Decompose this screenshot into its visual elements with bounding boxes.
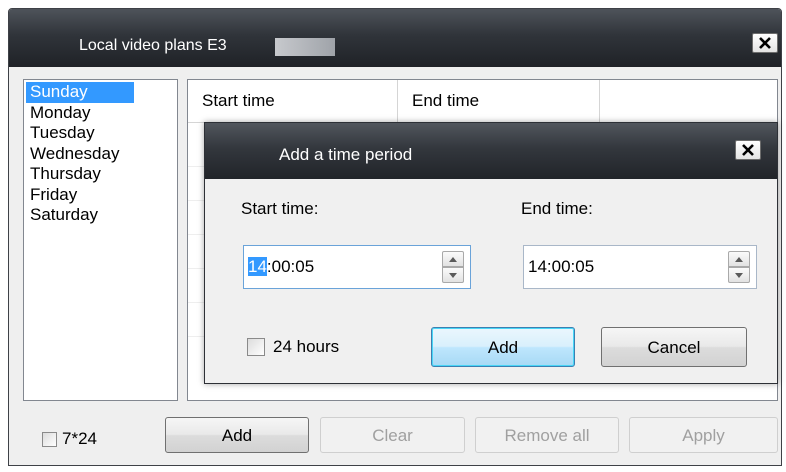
end-time-label: End time:: [521, 199, 593, 218]
end-time-input[interactable]: 14:00:05: [523, 245, 757, 289]
dialog-body: Start time: End time: 14:00:05 14:00:05 …: [211, 179, 771, 377]
clear-button[interactable]: Clear: [320, 417, 465, 453]
remove-all-button[interactable]: Remove all: [475, 417, 619, 453]
day-item-sunday[interactable]: Sunday: [26, 82, 134, 103]
day-item-thursday[interactable]: Thursday: [26, 164, 134, 185]
dialog-cancel-button[interactable]: Cancel: [601, 327, 747, 367]
day-item-tuesday[interactable]: Tuesday: [26, 123, 134, 144]
dialog-close-button[interactable]: [735, 140, 761, 160]
end-time-decrement-button[interactable]: [728, 267, 750, 283]
day-item-friday[interactable]: Friday: [26, 185, 134, 206]
arrow-up-icon: [449, 256, 457, 262]
end-time-value: 14:00:05: [528, 257, 595, 276]
column-header-start-time[interactable]: Start time: [188, 80, 398, 122]
day-item-saturday[interactable]: Saturday: [26, 205, 134, 226]
start-time-increment-button[interactable]: [442, 251, 464, 267]
start-time-value: 14:00:05: [248, 257, 314, 277]
hours24-label: 24 hours: [273, 337, 340, 356]
add-button[interactable]: Add: [165, 417, 309, 453]
option-7x24-checkbox[interactable]: [42, 431, 57, 447]
arrow-down-icon: [735, 272, 743, 278]
start-time-hour-selection: 14: [248, 257, 267, 276]
start-time-input[interactable]: 14:00:05: [243, 245, 471, 289]
window-title: Local video plans E3: [79, 37, 227, 54]
option-7x24-label: 7*24: [62, 429, 97, 448]
start-time-decrement-button[interactable]: [442, 267, 464, 283]
dialog-add-button[interactable]: Add: [431, 327, 575, 367]
hours24-option[interactable]: 24 hours: [247, 337, 339, 357]
dialog-titlebar[interactable]: Add a time period: [205, 123, 777, 179]
table-header: Start time End time: [188, 80, 777, 123]
dialog-title: Add a time period: [279, 145, 413, 164]
close-icon: [759, 37, 771, 49]
window-close-button[interactable]: [752, 33, 778, 53]
add-time-period-dialog: Add a time period Start time: End time: …: [204, 122, 778, 384]
apply-button[interactable]: Apply: [629, 417, 778, 453]
hours24-checkbox[interactable]: [247, 338, 265, 356]
day-list[interactable]: Sunday Monday Tuesday Wednesday Thursday…: [23, 79, 178, 401]
start-time-spinner: [442, 251, 464, 283]
close-icon: [742, 144, 754, 156]
redacted-text-block: [275, 38, 335, 56]
option-7x24[interactable]: 7*24: [42, 429, 97, 449]
day-item-monday[interactable]: Monday: [26, 103, 134, 124]
window-titlebar[interactable]: Local video plans E3: [9, 9, 781, 67]
start-time-rest: :00:05: [266, 257, 315, 276]
day-item-wednesday[interactable]: Wednesday: [26, 144, 134, 165]
end-time-spinner: [728, 251, 750, 283]
column-header-end-time[interactable]: End time: [398, 80, 600, 122]
end-time-increment-button[interactable]: [728, 251, 750, 267]
start-time-label: Start time:: [241, 199, 319, 218]
arrow-up-icon: [735, 256, 743, 262]
arrow-down-icon: [449, 272, 457, 278]
